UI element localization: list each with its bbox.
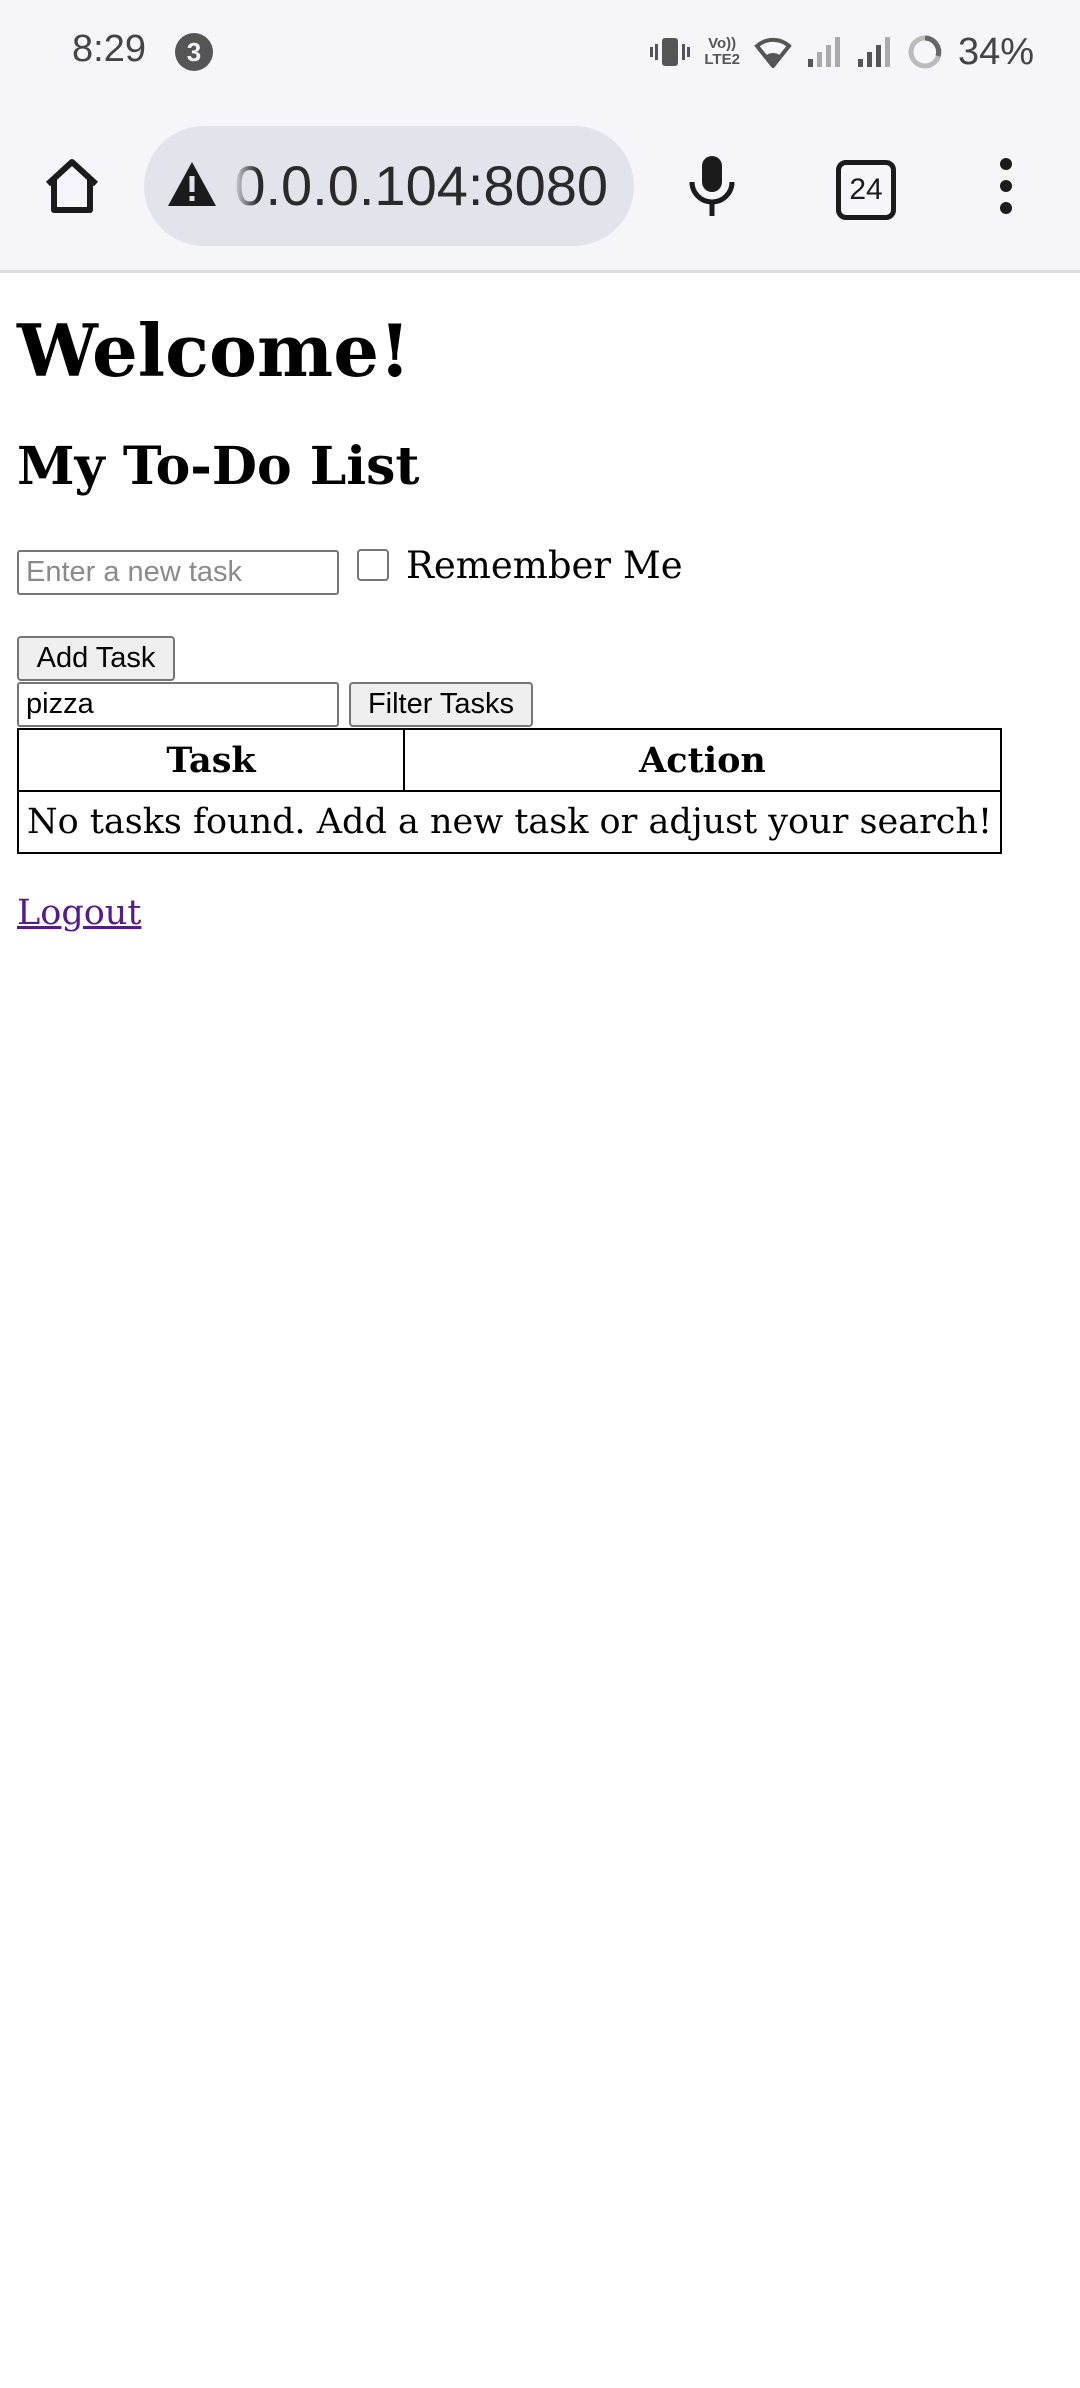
status-time: 8:29 (72, 28, 146, 70)
table-row: No tasks found. Add a new task or adjust… (16, 790, 1003, 854)
add-task-button[interactable]: Add Task (17, 636, 175, 681)
microphone-icon[interactable] (684, 154, 740, 220)
list-title: My To-Do List (17, 436, 420, 497)
filter-input[interactable]: pizza (17, 682, 339, 727)
url-text[interactable]: 10.0.0.104:8080 (232, 152, 608, 220)
tasks-table: Task Action No tasks found. Add a new ta… (16, 728, 1003, 854)
more-options-icon[interactable] (986, 156, 1026, 216)
notification-count-badge: 3 (175, 33, 213, 71)
vibrate-icon (650, 38, 691, 66)
status-icons: Vo)) LTE2 34% (650, 26, 1034, 78)
home-icon[interactable] (40, 154, 104, 218)
filter-tasks-button[interactable]: Filter Tasks (349, 682, 533, 727)
cell-signal-1-icon (807, 37, 840, 67)
wifi-icon (754, 37, 792, 68)
battery-saver-icon (908, 35, 942, 69)
action-column-header: Action (402, 728, 1003, 792)
url-fade (232, 150, 258, 222)
volte-top: Vo)) (708, 35, 737, 52)
remember-me-checkbox[interactable] (357, 549, 389, 581)
remember-me-label[interactable]: Remember Me (406, 544, 683, 587)
address-bar[interactable]: 10.0.0.104:8080 (144, 126, 634, 246)
table-header-row: Task Action (17, 728, 1003, 792)
logout-link[interactable]: Logout (17, 893, 141, 933)
tab-switcher-button[interactable]: 24 (836, 160, 896, 220)
url-value: 10.0.0.104:8080 (232, 154, 608, 217)
task-column-header: Task (17, 728, 405, 792)
cell-signal-2-icon (857, 37, 890, 67)
new-task-placeholder: Enter a new task (26, 556, 242, 588)
empty-message: No tasks found. Add a new task or adjust… (16, 790, 1003, 854)
not-secure-warning-icon[interactable] (166, 160, 218, 208)
volte-indicator: Vo)) LTE2 (704, 36, 740, 68)
browser-toolbar: 10.0.0.104:8080 24 (0, 104, 1080, 273)
status-bar: 8:29 3 Vo)) LTE2 34% (0, 0, 1080, 104)
battery-percent: 34% (957, 30, 1034, 73)
new-task-input[interactable]: Enter a new task (17, 550, 339, 595)
page-title: Welcome! (17, 308, 411, 393)
volte-bottom: LTE2 (704, 51, 740, 68)
